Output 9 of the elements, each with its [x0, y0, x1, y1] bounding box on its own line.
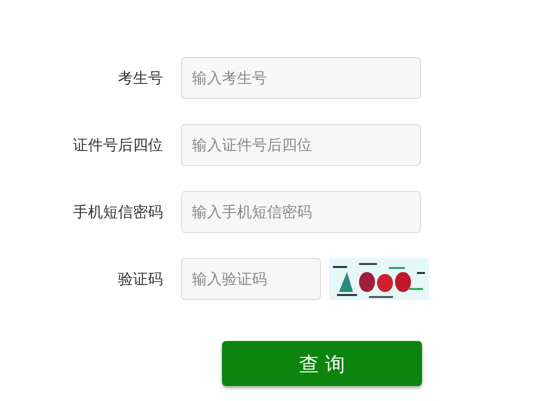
- field-label: 考生号: [117, 68, 163, 89]
- field-label: 证件号后四位: [72, 134, 163, 156]
- input-field[interactable]: 输入验证码: [181, 258, 321, 300]
- input-field[interactable]: 输入考生号: [181, 57, 421, 99]
- field-label: 验证码: [117, 268, 163, 290]
- search-button[interactable]: 查 询: [222, 341, 422, 386]
- field-label: 手机短信密码: [72, 202, 163, 223]
- input-field[interactable]: 输入证件号后四位: [181, 124, 421, 166]
- input-field[interactable]: 输入手机短信密码: [181, 191, 421, 233]
